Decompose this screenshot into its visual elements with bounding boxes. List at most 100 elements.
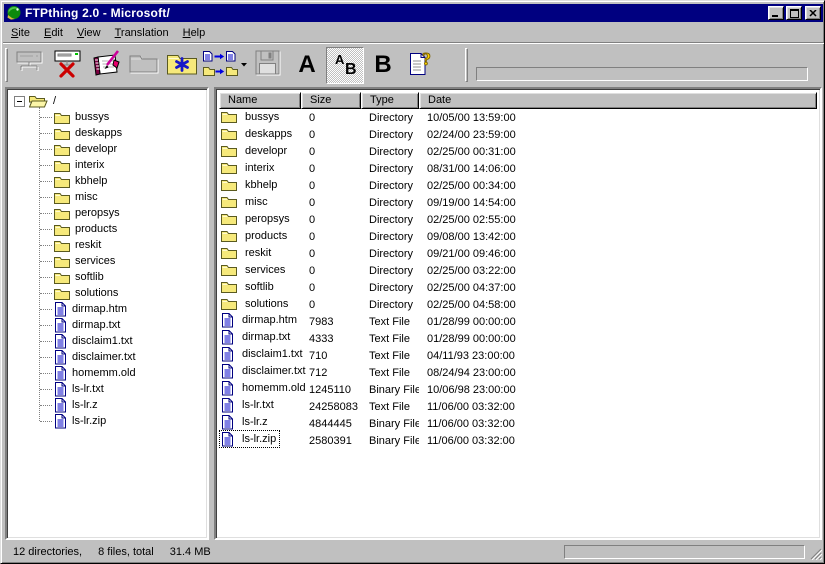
file-row-dirmap-htm[interactable]: dirmap.htm7983Text File01/28/99 00:00:00 <box>219 313 817 330</box>
menu-site[interactable]: Site <box>4 25 37 42</box>
column-header-name[interactable]: Name <box>219 92 301 109</box>
item-name[interactable]: disclaim1.txt <box>220 346 306 362</box>
tree-item-deskapps[interactable]: deskapps <box>54 125 122 141</box>
file-row-homemm-old[interactable]: homemm.old1245110Binary File10/06/98 23:… <box>219 381 817 398</box>
file-row-deskapps[interactable]: deskapps0Directory02/24/00 23:59:00 <box>219 126 817 143</box>
tree-guide-line <box>40 197 52 198</box>
item-name[interactable]: ls-lr.txt <box>220 397 277 413</box>
item-name[interactable]: developr <box>220 143 290 159</box>
folder-icon <box>221 246 241 259</box>
toolbar-auto-mode-button[interactable]: AB <box>326 47 364 84</box>
tree-item-disclaim1-txt[interactable]: disclaim1.txt <box>54 333 133 349</box>
toolbar-binary-mode-button[interactable]: B <box>364 47 402 84</box>
item-name[interactable]: dirmap.txt <box>220 329 293 345</box>
toolbar-edit-sites-button[interactable] <box>87 47 125 84</box>
file-name-label: bussys <box>245 111 279 123</box>
tree-item-ls-lr-zip[interactable]: ls-lr.zip <box>54 413 106 429</box>
tree-item--[interactable]: / <box>12 93 56 109</box>
transfer-dropdown-arrow[interactable] <box>239 47 250 84</box>
tree-item-label: ls-lr.txt <box>72 383 104 395</box>
mode-letter-a: A <box>298 53 315 77</box>
file-row-ls-lr-z[interactable]: ls-lr.z4844445Binary File11/06/00 03:32:… <box>219 415 817 432</box>
tree-guide-line <box>40 341 52 342</box>
tree-item-products[interactable]: products <box>54 221 117 237</box>
tree-item-peropsys[interactable]: peropsys <box>54 205 120 221</box>
item-name[interactable]: deskapps <box>220 126 295 142</box>
file-row-misc[interactable]: misc0Directory09/19/00 14:54:00 <box>219 194 817 211</box>
cell-name: deskapps <box>219 126 301 144</box>
menu-edit[interactable]: Edit <box>37 25 70 42</box>
tree-item-kbhelp[interactable]: kbhelp <box>54 173 107 189</box>
file-row-disclaimer-txt[interactable]: disclaimer.txt712Text File08/24/94 23:00… <box>219 364 817 381</box>
toolbar-transfer-button[interactable] <box>201 47 239 84</box>
collapse-toggle-icon[interactable] <box>14 96 25 107</box>
resize-grip[interactable] <box>809 547 823 561</box>
toolbar-gripper[interactable] <box>5 48 8 82</box>
file-row-kbhelp[interactable]: kbhelp0Directory02/25/00 00:34:00 <box>219 177 817 194</box>
tree-item-homemm-old[interactable]: homemm.old <box>54 365 136 381</box>
tree-item-solutions[interactable]: solutions <box>54 285 118 301</box>
item-name[interactable]: disclaimer.txt <box>220 363 309 379</box>
tree-item-ls-lr-txt[interactable]: ls-lr.txt <box>54 381 104 397</box>
toolbar-ascii-mode-button[interactable]: A <box>288 47 326 84</box>
item-name[interactable]: kbhelp <box>220 177 280 193</box>
item-name[interactable]: solutions <box>220 296 291 312</box>
file-row-reskit[interactable]: reskit0Directory09/21/00 09:46:00 <box>219 245 817 262</box>
document-icon <box>54 334 67 349</box>
tree-item-misc[interactable]: misc <box>54 189 98 205</box>
file-row-bussys[interactable]: bussys0Directory10/05/00 13:59:00 <box>219 109 817 126</box>
minimize-button[interactable] <box>768 6 784 20</box>
cell-name: dirmap.htm <box>219 312 301 331</box>
item-name[interactable]: products <box>220 228 290 244</box>
tree-item-label: homemm.old <box>72 367 136 379</box>
menu-translation[interactable]: Translation <box>108 25 176 42</box>
menu-help[interactable]: Help <box>176 25 213 42</box>
file-row-dirmap-txt[interactable]: dirmap.txt4333Text File01/28/99 00:00:00 <box>219 330 817 347</box>
toolbar-disconnect-button[interactable] <box>49 47 87 84</box>
item-name[interactable]: bussys <box>220 109 282 125</box>
tree-item-dirmap-htm[interactable]: dirmap.htm <box>54 301 127 317</box>
item-name[interactable]: misc <box>220 194 271 210</box>
file-row-services[interactable]: services0Directory02/25/00 03:22:00 <box>219 262 817 279</box>
close-button[interactable] <box>805 6 821 20</box>
tree-item-interix[interactable]: interix <box>54 157 104 173</box>
file-row-disclaim1-txt[interactable]: disclaim1.txt710Text File04/11/93 23:00:… <box>219 347 817 364</box>
tree-item-disclaimer-txt[interactable]: disclaimer.txt <box>54 349 136 365</box>
tree-item-services[interactable]: services <box>54 253 115 269</box>
toolbar-new-folder-button[interactable] <box>163 47 201 84</box>
focused-item[interactable]: ls-lr.zip <box>220 431 279 447</box>
folder-icon <box>54 287 70 300</box>
document-icon <box>54 398 67 413</box>
file-row-solutions[interactable]: solutions0Directory02/25/00 04:58:00 <box>219 296 817 313</box>
column-header-type[interactable]: Type <box>361 92 419 109</box>
file-row-developr[interactable]: developr0Directory02/25/00 00:31:00 <box>219 143 817 160</box>
document-icon <box>221 415 238 430</box>
file-row-products[interactable]: products0Directory09/08/00 13:42:00 <box>219 228 817 245</box>
item-name[interactable]: reskit <box>220 245 274 261</box>
item-name[interactable]: peropsys <box>220 211 293 227</box>
tree-item-ls-lr-z[interactable]: ls-lr.z <box>54 397 98 413</box>
file-row-ls-lr-zip[interactable]: ls-lr.zip2580391Binary File11/06/00 03:3… <box>219 432 817 449</box>
toolbar-help-button[interactable]: ? <box>402 47 440 84</box>
tree-item-bussys[interactable]: bussys <box>54 109 109 125</box>
item-name[interactable]: interix <box>220 160 277 176</box>
tree-item-softlib[interactable]: softlib <box>54 269 104 285</box>
file-row-softlib[interactable]: softlib0Directory02/25/00 04:37:00 <box>219 279 817 296</box>
file-row-ls-lr-txt[interactable]: ls-lr.txt24258083Text File11/06/00 03:32… <box>219 398 817 415</box>
tree-item-developr[interactable]: developr <box>54 141 117 157</box>
item-name[interactable]: ls-lr.z <box>220 414 271 430</box>
tree-item-reskit[interactable]: reskit <box>54 237 101 253</box>
column-header-date[interactable]: Date <box>419 92 817 109</box>
cell-date: 11/06/00 03:32:00 <box>419 418 817 430</box>
maximize-button[interactable] <box>786 6 802 20</box>
file-row-interix[interactable]: interix0Directory08/31/00 14:06:00 <box>219 160 817 177</box>
item-name[interactable]: dirmap.htm <box>220 312 300 328</box>
title-bar: FTPthing 2.0 - Microsoft/ <box>4 4 823 22</box>
item-name[interactable]: services <box>220 262 288 278</box>
menu-view[interactable]: View <box>70 25 108 42</box>
file-row-peropsys[interactable]: peropsys0Directory02/25/00 02:55:00 <box>219 211 817 228</box>
tree-item-dirmap-txt[interactable]: dirmap.txt <box>54 317 120 333</box>
item-name[interactable]: softlib <box>220 279 277 295</box>
item-name[interactable]: homemm.old <box>220 380 309 396</box>
column-header-size[interactable]: Size <box>301 92 361 109</box>
